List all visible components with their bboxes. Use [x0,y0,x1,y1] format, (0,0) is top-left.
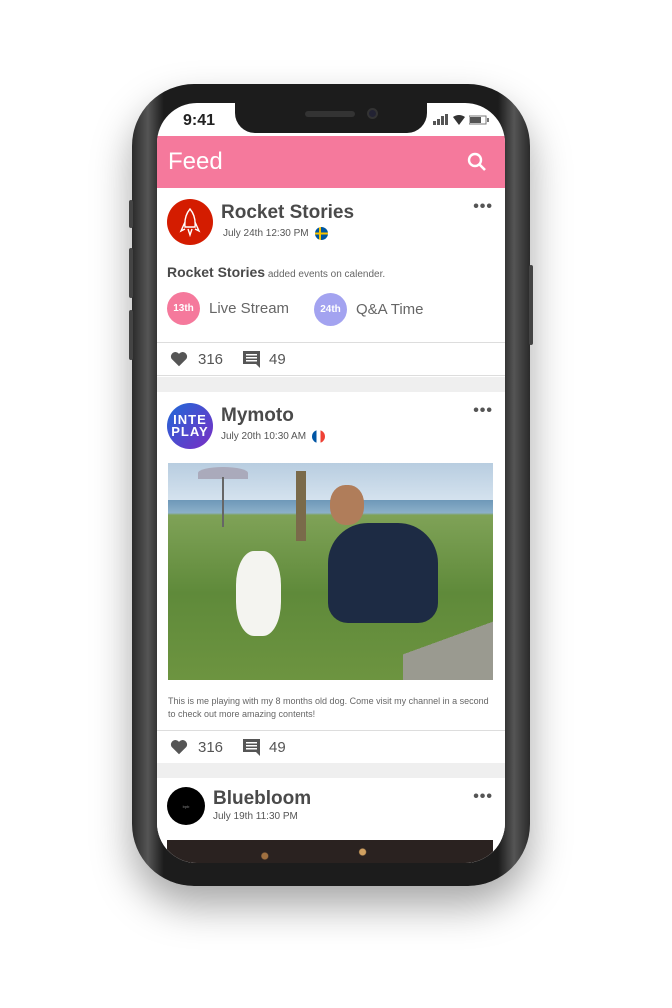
power-button [529,265,533,345]
post-image[interactable] [168,463,493,680]
post-card: Rocket Stories July 24th 12:30 PM ••• Ro… [157,188,505,377]
event-live-stream[interactable]: 13th Live Stream [167,292,289,325]
avatar[interactable] [167,199,213,245]
event-day-badge: 24th [314,293,347,326]
volume-up-button [129,248,133,298]
post-date: July 20th 10:30 AM [221,430,326,443]
author-name[interactable]: Rocket Stories [221,202,354,224]
activity-text: Rocket Stories added events on calender. [167,264,385,280]
notch [235,103,427,133]
activity-author[interactable]: Rocket Stories [167,264,265,280]
signal-icon [433,114,448,125]
volume-down-button [129,310,133,360]
status-time: 9:41 [183,112,216,129]
bluebloom-logo: bpb [182,803,190,809]
activity-description: added events on calender. [267,269,386,280]
avatar[interactable]: bpb [167,787,205,825]
comment-icon[interactable] [243,738,261,756]
post-actions: 316 49 [157,730,505,764]
post-card: bpb Bluebloom July 19th 11:30 PM ••• [157,778,505,863]
post-actions: 316 49 [157,342,505,376]
rocket-icon [179,207,201,237]
event-qa-time[interactable]: 24th Q&A Time [314,293,424,326]
avatar[interactable]: INTE PLAY [167,403,213,449]
event-label: Q&A Time [356,301,424,318]
comment-count: 49 [269,738,286,756]
date-text: July 20th 10:30 AM [221,431,307,442]
wifi-icon [453,115,465,125]
post-date: July 24th 12:30 PM [223,227,328,240]
more-options-button[interactable]: ••• [473,788,493,806]
author-name[interactable]: Bluebloom [213,788,311,810]
status-icons [433,114,489,125]
battery-icon [469,115,489,125]
app-header: Feed [157,136,505,188]
like-count: 316 [198,738,224,756]
post-date: July 19th 11:30 PM [213,811,298,822]
event-day-badge: 13th [167,292,200,325]
date-text: July 24th 12:30 PM [223,228,309,239]
date-text: July 19th 11:30 PM [213,811,298,822]
mute-switch [129,200,133,228]
post-image[interactable] [167,840,493,863]
comment-count: 49 [269,350,286,368]
divider [157,763,505,778]
more-options-button[interactable]: ••• [473,198,493,216]
search-icon[interactable] [467,152,487,172]
like-count: 316 [198,350,224,368]
interplay-logo: INTE PLAY [171,412,209,439]
screen: 9:41 Feed Rocket Stories July 24th 12:30… [157,103,505,863]
heart-icon[interactable] [170,351,188,367]
post-card: INTE PLAY Mymoto July 20th 10:30 AM ••• T… [157,392,505,764]
page-title: Feed [168,148,223,175]
more-options-button[interactable]: ••• [473,402,493,420]
sweden-flag-icon [314,227,328,240]
divider [157,377,505,392]
event-label: Live Stream [209,300,290,317]
author-name[interactable]: Mymoto [221,405,294,427]
france-flag-icon [312,430,326,443]
post-caption: This is me playing with my 8 months old … [168,696,489,719]
heart-icon[interactable] [170,739,188,755]
comment-icon[interactable] [243,350,261,368]
